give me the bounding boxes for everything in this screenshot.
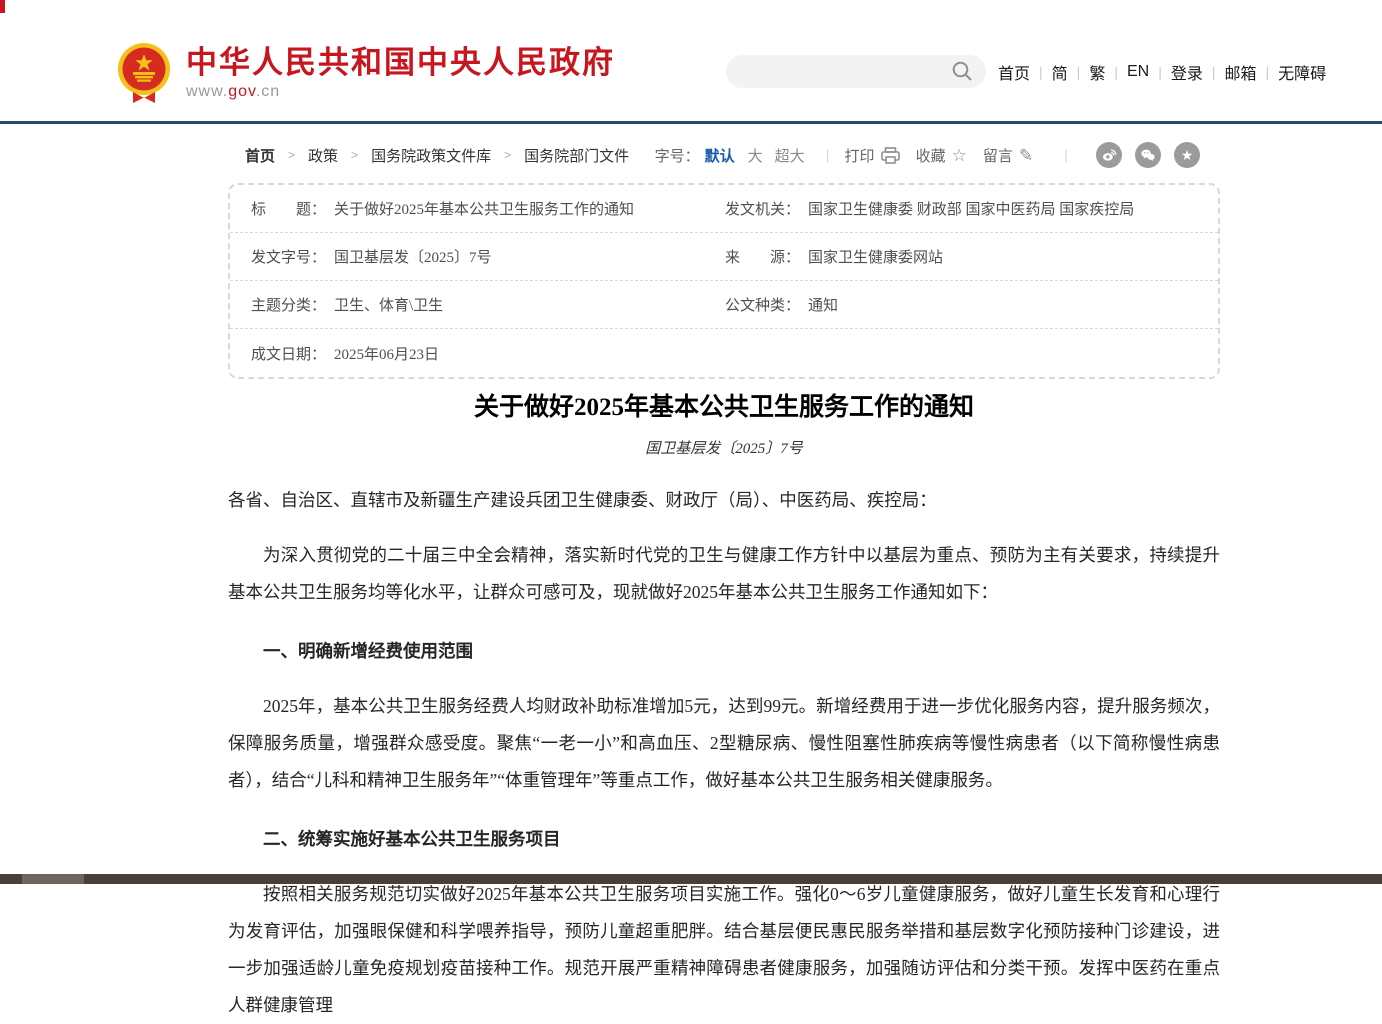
meta-value-category: 卫生、体育\卫生 xyxy=(334,294,443,315)
star-icon: ☆ xyxy=(952,147,967,164)
meta-value-doc-number: 国卫基层发〔2025〕7号 xyxy=(334,246,492,267)
breadcrumb-department-docs[interactable]: 国务院部门文件 xyxy=(524,145,629,166)
search-box[interactable] xyxy=(726,55,986,88)
breadcrumb: 首页 > 政策 > 国务院政策文件库 > 国务院部门文件 xyxy=(245,145,629,166)
meta-row-category: 主题分类： 卫生、体育\卫生 公文种类： 通知 xyxy=(230,281,1218,329)
article-paragraph: 按照相关服务规范切实做好2025年基本公共卫生服务项目实施工作。强化0～6岁儿童… xyxy=(228,876,1220,1024)
top-nav: 首页 | 简 | 繁 | EN | 登录 | 邮箱 | 无障碍 xyxy=(998,60,1326,84)
toolbar-divider: | xyxy=(826,147,830,164)
meta-value-title: 关于做好2025年基本公共卫生服务工作的通知 xyxy=(334,198,634,219)
nav-simplified[interactable]: 简 xyxy=(1052,60,1068,84)
comment-label: 留言 xyxy=(983,145,1013,166)
qzone-star-glyph: ★ xyxy=(1181,148,1194,162)
article-section-heading-1: 一、明确新增经费使用范围 xyxy=(228,633,1220,670)
national-emblem-icon xyxy=(116,42,172,104)
search-icon[interactable] xyxy=(952,61,973,82)
nav-english[interactable]: EN xyxy=(1127,63,1149,81)
toolbar-divider: | xyxy=(1064,147,1068,164)
site-logo[interactable]: 中华人民共和国中央人民政府 www.gov.cn xyxy=(116,42,615,104)
article-salutation: 各省、自治区、直辖市及新疆生产建设兵团卫生健康委、财政厅（局）、中医药局、疾控局… xyxy=(228,482,1220,519)
site-url-gov: gov xyxy=(228,83,256,100)
meta-value-issuing-agency: 国家卫生健康委 财政部 国家中医药局 国家疾控局 xyxy=(808,198,1134,219)
breadcrumb-policy[interactable]: 政策 xyxy=(308,145,338,166)
meta-label-issuing-agency: 发文机关： xyxy=(725,198,800,219)
nav-separator: | xyxy=(1039,64,1043,80)
article: 关于做好2025年基本公共卫生服务工作的通知 国卫基层发〔2025〕7号 各省、… xyxy=(228,392,1220,1024)
site-header: 中华人民共和国中央人民政府 www.gov.cn 首页 | 简 | 繁 | EN… xyxy=(0,0,1382,124)
article-toolbar: 字号： 默认 大 超大 | 打印 收藏 ☆ 留言 ✎ | xyxy=(655,142,1200,168)
meta-row-date: 成文日期： 2025年06月23日 xyxy=(230,329,1218,377)
meta-label-title: 标 题： xyxy=(251,198,326,219)
nav-separator: | xyxy=(1077,64,1081,80)
meta-label-doc-number: 发文字号： xyxy=(251,246,326,267)
footer-edge-strip-light xyxy=(22,874,84,884)
footer-edge-strip xyxy=(0,874,1382,884)
nav-home[interactable]: 首页 xyxy=(998,60,1030,84)
favorite-label: 收藏 xyxy=(916,145,946,166)
nav-separator: | xyxy=(1158,64,1162,80)
article-paragraph: 2025年，基本公共卫生服务经费人均财政补助标准增加5元，达到99元。新增经费用… xyxy=(228,688,1220,799)
meta-row-doc-number: 发文字号： 国卫基层发〔2025〕7号 来 源： 国家卫生健康委网站 xyxy=(230,233,1218,281)
nav-accessibility[interactable]: 无障碍 xyxy=(1278,60,1326,84)
breadcrumb-policy-library[interactable]: 国务院政策文件库 xyxy=(371,145,491,166)
font-size-label: 字号： xyxy=(655,145,700,166)
nav-separator: | xyxy=(1266,64,1270,80)
print-label: 打印 xyxy=(845,145,875,166)
meta-value-date: 2025年06月23日 xyxy=(334,343,439,364)
nav-login[interactable]: 登录 xyxy=(1171,60,1203,84)
favorite-button[interactable]: 收藏 ☆ xyxy=(916,145,967,166)
print-button[interactable]: 打印 xyxy=(845,145,900,166)
breadcrumb-separator: > xyxy=(351,148,358,162)
meta-label-source: 来 源： xyxy=(725,246,800,267)
meta-label-category: 主题分类： xyxy=(251,294,326,315)
article-title: 关于做好2025年基本公共卫生服务工作的通知 xyxy=(228,392,1220,424)
meta-row-title: 标 题： 关于做好2025年基本公共卫生服务工作的通知 发文机关： 国家卫生健康… xyxy=(230,185,1218,233)
nav-traditional[interactable]: 繁 xyxy=(1089,60,1105,84)
wechat-icon[interactable] xyxy=(1135,142,1161,168)
breadcrumb-home[interactable]: 首页 xyxy=(245,145,275,166)
comment-button[interactable]: 留言 ✎ xyxy=(983,145,1033,166)
breadcrumb-separator: > xyxy=(288,148,295,162)
pencil-icon: ✎ xyxy=(1019,147,1033,164)
qzone-icon[interactable]: ★ xyxy=(1174,142,1200,168)
article-section-heading-2: 二、统筹实施好基本公共卫生服务项目 xyxy=(228,821,1220,858)
font-size-default-button[interactable]: 默认 xyxy=(705,145,735,166)
font-size-xlarge-button[interactable]: 超大 xyxy=(775,145,805,166)
site-url-prefix: www. xyxy=(186,83,228,100)
article-paragraph: 为深入贯彻党的二十届三中全会精神，落实新时代党的卫生与健康工作方针中以基层为重点… xyxy=(228,537,1220,611)
font-size-large-button[interactable]: 大 xyxy=(748,145,763,166)
printer-icon xyxy=(881,147,900,164)
document-meta-table: 标 题： 关于做好2025年基本公共卫生服务工作的通知 发文机关： 国家卫生健康… xyxy=(228,183,1220,379)
nav-mail[interactable]: 邮箱 xyxy=(1225,60,1257,84)
site-url: www.gov.cn xyxy=(186,83,615,101)
nav-separator: | xyxy=(1212,64,1216,80)
search-input[interactable] xyxy=(726,55,986,88)
meta-value-source: 国家卫生健康委网站 xyxy=(808,246,943,267)
meta-value-doc-type: 通知 xyxy=(808,294,838,315)
article-body: 各省、自治区、直辖市及新疆生产建设兵团卫生健康委、财政厅（局）、中医药局、疾控局… xyxy=(228,482,1220,1024)
breadcrumb-separator: > xyxy=(504,148,511,162)
meta-label-doc-type: 公文种类： xyxy=(725,294,800,315)
site-title: 中华人民共和国中央人民政府 xyxy=(186,46,615,80)
share-icons: ★ xyxy=(1083,142,1200,168)
site-url-suffix: .cn xyxy=(256,83,280,100)
weibo-icon[interactable] xyxy=(1096,142,1122,168)
article-doc-number: 国卫基层发〔2025〕7号 xyxy=(228,437,1220,458)
corner-red-mark xyxy=(0,0,5,13)
meta-label-date: 成文日期： xyxy=(251,343,326,364)
nav-separator: | xyxy=(1114,64,1118,80)
